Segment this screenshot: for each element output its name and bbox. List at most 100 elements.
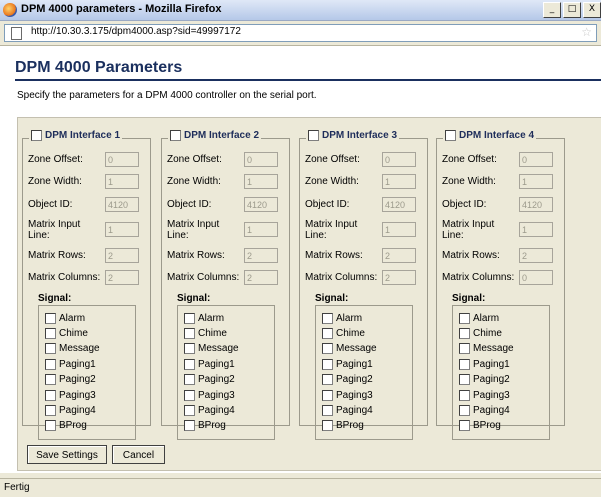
signal-checkbox[interactable]: [322, 343, 333, 355]
interface-enable-checkbox[interactable]: [170, 130, 181, 141]
zone-width-input[interactable]: 1: [105, 174, 139, 189]
url-field[interactable]: http://10.30.3.175/dpm4000.asp?sid=49997…: [4, 24, 597, 42]
interface-enable-toggle[interactable]: DPM Interface 2: [168, 130, 262, 141]
zone-offset-input[interactable]: 0: [519, 152, 553, 167]
signal-option-bprog[interactable]: BProg: [322, 419, 364, 433]
signal-checkbox[interactable]: [459, 404, 470, 416]
signal-option-paging4[interactable]: Paging4: [322, 403, 373, 417]
matrix-columns-input[interactable]: 2: [105, 270, 139, 285]
signal-checkbox[interactable]: [322, 374, 333, 386]
signal-checkbox[interactable]: [322, 404, 333, 416]
zone-width-input[interactable]: 1: [244, 174, 278, 189]
signal-option-chime[interactable]: Chime: [184, 326, 227, 340]
signal-checkbox[interactable]: [322, 389, 333, 401]
signal-checkbox[interactable]: [459, 312, 470, 324]
matrix-rows-input[interactable]: 2: [382, 248, 416, 263]
close-button[interactable]: X: [583, 2, 601, 18]
signal-checkbox[interactable]: [184, 327, 195, 339]
interface-enable-checkbox[interactable]: [308, 130, 319, 141]
signal-option-paging3[interactable]: Paging3: [184, 388, 235, 402]
interface-enable-checkbox[interactable]: [445, 130, 456, 141]
signal-option-paging2[interactable]: Paging2: [45, 373, 96, 387]
signal-checkbox[interactable]: [184, 420, 195, 432]
object-id-input[interactable]: 4120: [382, 197, 416, 212]
cancel-button[interactable]: Cancel: [112, 445, 165, 464]
zone-offset-input[interactable]: 0: [244, 152, 278, 167]
signal-option-chime[interactable]: Chime: [459, 326, 502, 340]
signal-checkbox[interactable]: [459, 389, 470, 401]
signal-option-paging1[interactable]: Paging1: [184, 357, 235, 371]
signal-option-paging2[interactable]: Paging2: [184, 373, 235, 387]
signal-checkbox[interactable]: [459, 358, 470, 370]
signal-option-paging3[interactable]: Paging3: [322, 388, 373, 402]
interface-enable-toggle[interactable]: DPM Interface 4: [443, 130, 537, 141]
matrix-input-line-input[interactable]: 1: [105, 222, 139, 237]
interface-enable-toggle[interactable]: DPM Interface 1: [29, 130, 123, 141]
matrix-input-line-input[interactable]: 1: [382, 222, 416, 237]
signal-checkbox[interactable]: [322, 358, 333, 370]
signal-checkbox[interactable]: [322, 312, 333, 324]
signal-option-paging3[interactable]: Paging3: [459, 388, 510, 402]
matrix-input-line-input[interactable]: 1: [519, 222, 553, 237]
signal-option-alarm[interactable]: Alarm: [322, 311, 362, 325]
signal-option-chime[interactable]: Chime: [322, 326, 365, 340]
signal-option-message[interactable]: Message: [459, 342, 514, 356]
maximize-button[interactable]: □: [563, 2, 581, 18]
signal-checkbox[interactable]: [184, 374, 195, 386]
signal-option-alarm[interactable]: Alarm: [184, 311, 224, 325]
signal-checkbox[interactable]: [322, 327, 333, 339]
signal-option-paging1[interactable]: Paging1: [45, 357, 96, 371]
minimize-button[interactable]: _: [543, 2, 561, 18]
signal-checkbox[interactable]: [184, 404, 195, 416]
matrix-columns-input[interactable]: 0: [519, 270, 553, 285]
signal-checkbox[interactable]: [184, 389, 195, 401]
signal-option-chime[interactable]: Chime: [45, 326, 88, 340]
signal-option-paging4[interactable]: Paging4: [45, 403, 96, 417]
url-text[interactable]: http://10.30.3.175/dpm4000.asp?sid=49997…: [31, 26, 241, 37]
signal-checkbox[interactable]: [459, 327, 470, 339]
signal-option-alarm[interactable]: Alarm: [459, 311, 499, 325]
matrix-rows-input[interactable]: 2: [519, 248, 553, 263]
signal-option-bprog[interactable]: BProg: [45, 419, 87, 433]
zone-width-input[interactable]: 1: [382, 174, 416, 189]
object-id-input[interactable]: 4120: [244, 197, 278, 212]
signal-option-bprog[interactable]: BProg: [184, 419, 226, 433]
signal-checkbox[interactable]: [459, 420, 470, 432]
signal-option-message[interactable]: Message: [45, 342, 100, 356]
signal-checkbox[interactable]: [459, 343, 470, 355]
matrix-input-line-input[interactable]: 1: [244, 222, 278, 237]
matrix-columns-input[interactable]: 2: [244, 270, 278, 285]
signal-option-paging2[interactable]: Paging2: [322, 373, 373, 387]
bookmark-star-icon[interactable]: ☆: [581, 25, 592, 39]
signal-option-paging3[interactable]: Paging3: [45, 388, 96, 402]
signal-checkbox[interactable]: [45, 404, 56, 416]
signal-option-alarm[interactable]: Alarm: [45, 311, 85, 325]
signal-option-paging1[interactable]: Paging1: [322, 357, 373, 371]
signal-checkbox[interactable]: [45, 420, 56, 432]
zone-width-input[interactable]: 1: [519, 174, 553, 189]
save-settings-button[interactable]: Save Settings: [27, 445, 107, 464]
zone-offset-input[interactable]: 0: [382, 152, 416, 167]
signal-checkbox[interactable]: [459, 374, 470, 386]
signal-option-message[interactable]: Message: [184, 342, 239, 356]
signal-checkbox[interactable]: [184, 343, 195, 355]
object-id-input[interactable]: 4120: [105, 197, 139, 212]
signal-option-paging4[interactable]: Paging4: [459, 403, 510, 417]
signal-checkbox[interactable]: [45, 312, 56, 324]
signal-option-bprog[interactable]: BProg: [459, 419, 501, 433]
matrix-rows-input[interactable]: 2: [105, 248, 139, 263]
signal-checkbox[interactable]: [45, 374, 56, 386]
signal-option-paging1[interactable]: Paging1: [459, 357, 510, 371]
signal-checkbox[interactable]: [322, 420, 333, 432]
matrix-columns-input[interactable]: 2: [382, 270, 416, 285]
signal-checkbox[interactable]: [45, 327, 56, 339]
signal-checkbox[interactable]: [45, 389, 56, 401]
signal-option-paging4[interactable]: Paging4: [184, 403, 235, 417]
signal-checkbox[interactable]: [45, 343, 56, 355]
signal-checkbox[interactable]: [184, 312, 195, 324]
signal-checkbox[interactable]: [184, 358, 195, 370]
signal-checkbox[interactable]: [45, 358, 56, 370]
signal-option-message[interactable]: Message: [322, 342, 377, 356]
interface-enable-toggle[interactable]: DPM Interface 3: [306, 130, 400, 141]
signal-option-paging2[interactable]: Paging2: [459, 373, 510, 387]
